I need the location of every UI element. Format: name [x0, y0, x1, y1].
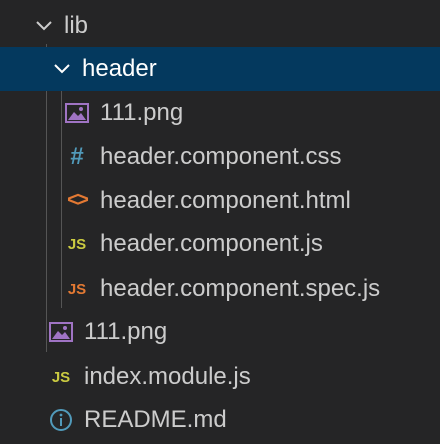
css-hash-icon: # — [70, 143, 84, 170]
info-icon — [48, 407, 74, 433]
tree-item-header-folder[interactable]: header — [0, 47, 440, 91]
tree-item-label: 111.png — [84, 318, 168, 345]
tree-item-label: header.component.css — [100, 143, 342, 170]
image-icon — [48, 319, 74, 345]
tree-item-file[interactable]: README.md — [0, 398, 440, 442]
javascript-spec-icon: JS — [67, 280, 87, 298]
tree-item-file[interactable]: JS header.component.js — [0, 222, 440, 266]
tree-item-label: header.component.spec.js — [100, 275, 381, 302]
tree-item-file[interactable]: 111.png — [0, 91, 440, 135]
tree-item-file[interactable]: # header.component.css — [0, 135, 440, 179]
chevron-down-icon[interactable] — [32, 14, 56, 38]
image-icon — [64, 100, 90, 126]
tree-item-label: header.component.html — [100, 187, 351, 214]
tree-item-label: README.md — [84, 406, 227, 433]
tree-item-file[interactable]: JS index.module.js — [0, 355, 440, 399]
tree-item-label: header — [82, 55, 157, 82]
tree-item-lib-folder[interactable]: lib — [0, 4, 440, 48]
tree-item-file[interactable]: <> header.component.html — [0, 179, 440, 223]
file-explorer-tree: lib header 111.png # header.component.cs… — [0, 0, 440, 444]
tree-item-file[interactable]: JS header.component.spec.js — [0, 267, 440, 311]
javascript-icon: JS — [67, 235, 87, 253]
javascript-icon: JS — [51, 368, 71, 386]
tree-item-label: header.component.js — [100, 230, 323, 257]
chevron-down-icon[interactable] — [50, 57, 74, 81]
tree-item-file[interactable]: 111.png — [0, 310, 440, 354]
tree-item-label: 111.png — [100, 99, 184, 126]
html-brackets-icon: <> — [66, 189, 89, 213]
tree-item-label: index.module.js — [84, 363, 251, 390]
tree-item-label: lib — [64, 12, 89, 39]
